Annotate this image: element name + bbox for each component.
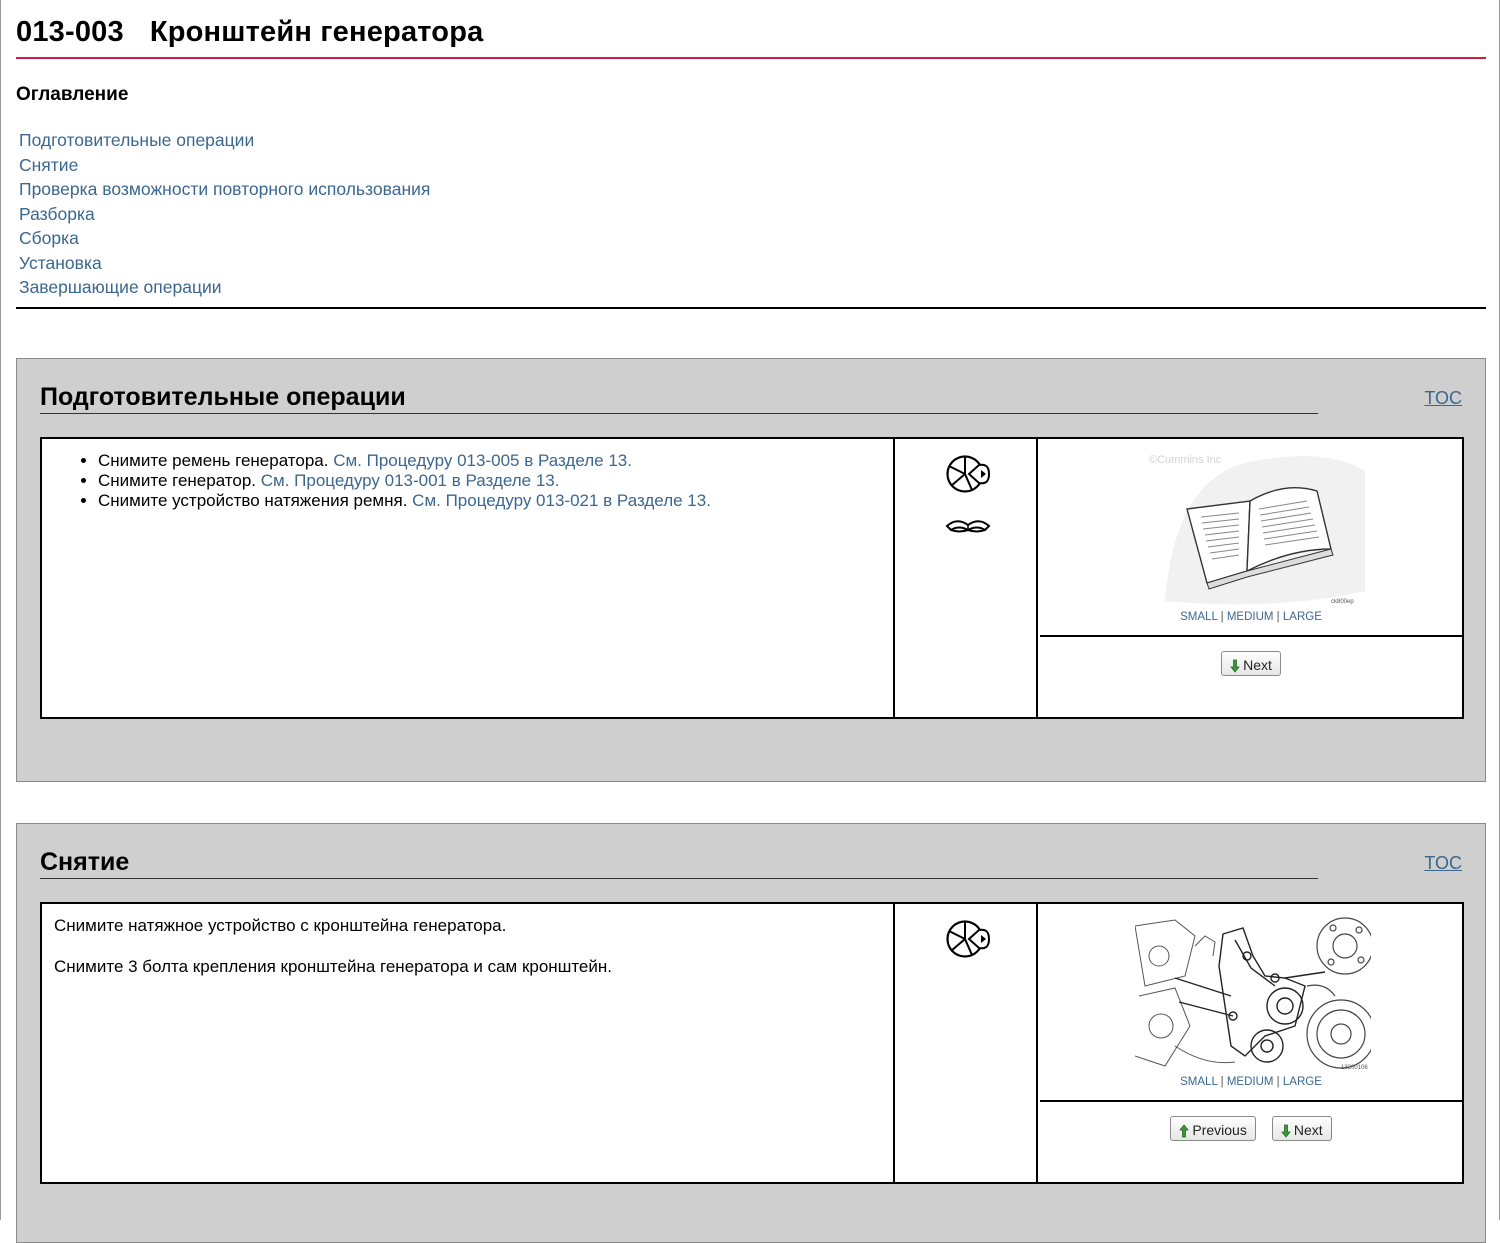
toc-back-link[interactable]: TOC [1424,388,1462,409]
size-small-link[interactable]: SMALL [1180,1076,1217,1088]
section-underline [40,878,1318,879]
next-button[interactable]: Next [1221,651,1281,676]
bullet-text: Снимите устройство натяжения ремня. [98,491,413,510]
toc-link-installation[interactable]: Установка [19,253,102,273]
toc-link-removal[interactable]: Снятие [19,155,78,175]
step-text-cell: Снимите ремень генератора. См. Процедуру… [42,439,895,717]
figure-watermark: ©Cummins Inc [1149,454,1222,466]
toc-item: Проверка возможности повторного использо… [19,177,430,202]
step-text-cell: Снимите натяжное устройство с кронштейна… [42,904,895,1182]
next-label: Next [1243,657,1272,673]
arrow-up-icon [1179,1124,1190,1138]
procedure-page: 013-003 Кронштейн генератора Оглавление П… [0,0,1500,1243]
wrench-tool-icon [945,453,991,500]
page-title: 013-003 Кронштейн генератора [16,16,483,49]
manual-book-icon [945,513,991,540]
step-paragraph: Снимите натяжное устройство с кронштейна… [54,916,507,935]
size-medium-link[interactable]: MEDIUM [1227,1076,1274,1088]
toc-item: Подготовительные операции [19,128,430,153]
procedure-ref-link[interactable]: См. Процедуру 013-005 в Разделе 13. [333,451,632,470]
toc-divider [16,307,1486,309]
size-medium-link[interactable]: MEDIUM [1227,611,1274,623]
bullet-text: Снимите ремень генератора. [98,451,334,470]
procedure-ref-link[interactable]: См. Процедуру 013-021 в Разделе 13. [412,491,711,510]
toc-link-assembly[interactable]: Сборка [19,228,79,248]
list-item: Снимите генератор. См. Процедуру 013-001… [98,471,881,491]
arrow-down-icon [1280,1124,1291,1138]
step-paragraph: Снимите 3 болта крепления кронштейна ген… [54,957,612,976]
toc-item: Установка [19,251,430,276]
title-divider [16,57,1486,59]
figure-id: ck800ep [1331,599,1354,605]
nav-buttons: Previous Next [1040,1116,1462,1141]
size-large-link[interactable]: LARGE [1283,611,1322,623]
toc-link-preparation[interactable]: Подготовительные операции [19,130,254,150]
size-separator: | [1276,611,1280,623]
open-manual-illustration[interactable]: ©Cummins Inc ck800ep [1135,451,1371,607]
step-bullets: Снимите ремень генератора. См. Процедуру… [54,451,881,511]
toc-link-finishing[interactable]: Завершающие операции [19,277,222,297]
section-title: Подготовительные операции [40,383,406,411]
toc-link-inspect-reuse[interactable]: Проверка возможности повторного использо… [19,179,430,199]
step-table: Снимите натяжное устройство с кронштейна… [40,902,1464,1184]
size-separator: | [1220,1076,1224,1088]
procedure-title: Кронштейн генератора [149,16,484,48]
section-preparation: Подготовительные операции TOC Снимите ре… [16,358,1486,782]
size-separator: | [1276,1076,1280,1088]
step-figure-cell: 13200106 SMALL | MEDIUM | LARGE [1040,904,1462,1102]
previous-button[interactable]: Previous [1170,1116,1256,1141]
section-removal: Снятие TOC Снимите натяжное устройство с… [16,823,1486,1243]
toc-item: Разборка [19,202,430,227]
figure-id: 13200106 [1341,1065,1368,1071]
image-size-links: SMALL | MEDIUM | LARGE [1040,1076,1462,1088]
toc-heading: Оглавление [16,84,129,105]
toc-list: Подготовительные операции Снятие Проверк… [19,128,430,300]
nav-buttons: Next [1040,651,1462,676]
alternator-bracket-illustration[interactable]: 13200106 [1134,916,1376,1072]
toc-back-link[interactable]: TOC [1424,853,1462,874]
toc-link-disassembly[interactable]: Разборка [19,204,95,224]
procedure-ref-link[interactable]: См. Процедуру 013-001 в Разделе 13. [261,471,560,490]
list-item: Снимите устройство натяжения ремня. См. … [98,491,881,511]
image-size-links: SMALL | MEDIUM | LARGE [1040,611,1462,623]
toc-item: Завершающие операции [19,275,430,300]
step-figure-cell: ©Cummins Inc ck800ep SMALL | MEDIUM | LA… [1040,439,1462,637]
next-label: Next [1293,1122,1323,1138]
toc-item: Снятие [19,153,430,178]
section-title: Снятие [40,848,130,876]
arrow-down-icon [1230,659,1240,673]
step-icons-cell [897,904,1038,1182]
step-table: Снимите ремень генератора. См. Процедуру… [40,437,1464,719]
size-separator: | [1220,611,1224,623]
step-nav-cell: Previous Next [1040,1104,1462,1182]
previous-label: Previous [1192,1122,1247,1138]
section-underline [40,413,1318,414]
size-small-link[interactable]: SMALL [1180,611,1217,623]
next-button[interactable]: Next [1271,1116,1332,1141]
wrench-tool-icon [945,918,991,965]
procedure-code: 013-003 [16,16,124,48]
list-item: Снимите ремень генератора. См. Процедуру… [98,451,881,471]
step-icons-cell [897,439,1038,717]
bullet-text: Снимите генератор. [98,471,261,490]
size-large-link[interactable]: LARGE [1283,1076,1322,1088]
toc-item: Сборка [19,226,430,251]
step-nav-cell: Next [1040,639,1462,717]
